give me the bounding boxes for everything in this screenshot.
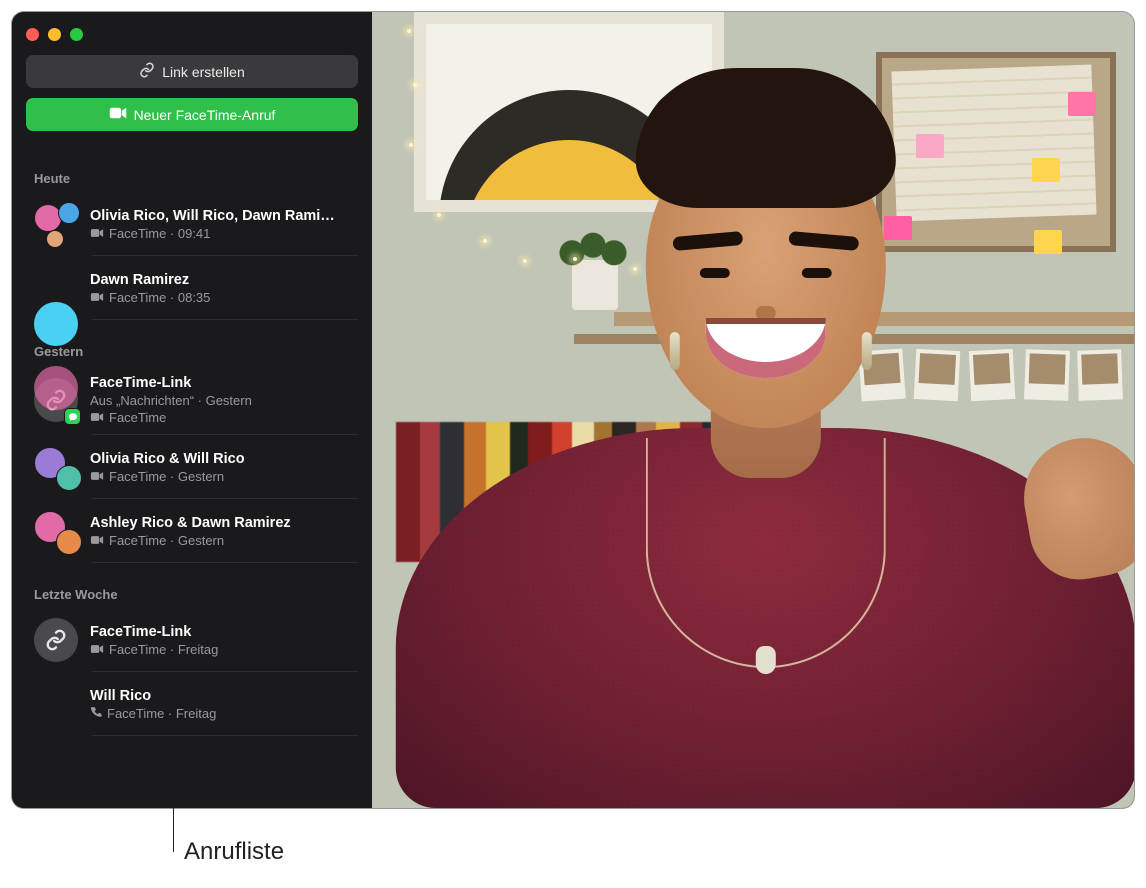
close-window-button[interactable]	[26, 28, 39, 41]
call-subtitle: FaceTime · 08:35	[90, 290, 362, 305]
call-title: FaceTime-Link	[90, 375, 362, 391]
call-item[interactable]: Ashley Rico & Dawn Ramirez FaceTime · Ge…	[12, 499, 372, 563]
callout-line	[173, 808, 174, 852]
sidebar: Link erstellen Neuer FaceTime-Anruf Heut…	[12, 12, 372, 808]
call-item[interactable]: FaceTime-Link FaceTime · Freitag	[12, 608, 372, 672]
call-item[interactable]: Olivia Rico, Will Rico, Dawn Rami… FaceT…	[12, 192, 372, 256]
video-icon	[90, 226, 104, 241]
phone-icon	[90, 706, 102, 721]
call-subtitle: FaceTime · 09:41	[90, 226, 362, 241]
video-icon	[90, 533, 104, 548]
call-title: Olivia Rico, Will Rico, Dawn Rami…	[90, 208, 362, 224]
call-meta: Ashley Rico & Dawn Ramirez FaceTime · Ge…	[90, 515, 362, 548]
call-meta: FaceTime-Link FaceTime · Freitag	[90, 624, 362, 657]
call-title: Ashley Rico & Dawn Ramirez	[90, 515, 362, 531]
call-item[interactable]: Olivia Rico & Will Rico FaceTime · Geste…	[12, 435, 372, 499]
call-subtitle: FaceTime · Gestern	[90, 533, 362, 548]
call-title: Olivia Rico & Will Rico	[90, 451, 362, 467]
call-meta: Olivia Rico & Will Rico FaceTime · Geste…	[90, 451, 362, 484]
zoom-window-button[interactable]	[70, 28, 83, 41]
call-subtitle-text: FaceTime · 09:41	[109, 226, 210, 241]
window-controls	[12, 24, 372, 55]
video-call-view	[372, 12, 1134, 808]
call-subtitle-text: FaceTime · Gestern	[109, 533, 224, 548]
call-subtitle: FaceTime · Freitag	[90, 706, 362, 721]
call-list-today: Olivia Rico, Will Rico, Dawn Rami… FaceT…	[12, 192, 372, 320]
call-list-last-week: FaceTime-Link FaceTime · Freitag Will Ri…	[12, 608, 372, 790]
video-icon	[90, 290, 104, 305]
avatar-icon	[34, 682, 78, 726]
minimize-window-button[interactable]	[48, 28, 61, 41]
video-icon	[90, 642, 104, 657]
call-subtitle-text: FaceTime · Freitag	[107, 706, 216, 721]
section-header-today: Heute	[12, 131, 372, 192]
video-scene-illustration	[372, 12, 1134, 808]
call-meta: Dawn Ramirez FaceTime · 08:35	[90, 272, 362, 305]
call-subtitle: FaceTime · Gestern	[90, 469, 362, 484]
video-icon	[90, 410, 104, 425]
section-header-last-week: Letzte Woche	[12, 563, 372, 608]
call-item[interactable]: Will Rico FaceTime · Freitag	[12, 672, 372, 736]
call-meta: FaceTime-Link Aus „Nachrichten“ · Gester…	[90, 375, 362, 425]
call-subtitle-text: FaceTime · 08:35	[109, 290, 210, 305]
call-subtitle-2-text: FaceTime	[109, 410, 166, 425]
call-subtitle-text: FaceTime · Freitag	[109, 642, 218, 657]
sidebar-top-buttons: Link erstellen Neuer FaceTime-Anruf	[12, 55, 372, 131]
avatar-icon	[34, 746, 78, 790]
call-title: Dawn Ramirez	[90, 272, 362, 288]
avatar-group-icon	[34, 202, 78, 246]
link-icon	[139, 62, 155, 81]
new-call-label: Neuer FaceTime-Anruf	[134, 107, 276, 123]
new-facetime-call-button[interactable]: Neuer FaceTime-Anruf	[26, 98, 358, 131]
call-title: FaceTime-Link	[90, 624, 362, 640]
avatar-group-icon	[34, 445, 78, 489]
facetime-window: Link erstellen Neuer FaceTime-Anruf Heut…	[12, 12, 1134, 808]
create-link-label: Link erstellen	[162, 64, 245, 80]
call-item[interactable]	[12, 736, 372, 790]
call-meta: Will Rico FaceTime · Freitag	[90, 688, 362, 721]
call-title: Will Rico	[90, 688, 362, 704]
call-subtitle-text: FaceTime · Gestern	[109, 469, 224, 484]
facetime-link-avatar-icon	[34, 618, 78, 662]
avatar-group-icon	[34, 509, 78, 553]
video-icon	[109, 106, 127, 123]
call-subtitle: FaceTime · Freitag	[90, 642, 362, 657]
callout-label: Anrufliste	[184, 838, 284, 866]
call-subtitle-text: Aus „Nachrichten“ · Gestern	[90, 393, 252, 408]
video-icon	[90, 469, 104, 484]
create-link-button[interactable]: Link erstellen	[26, 55, 358, 88]
call-meta: Olivia Rico, Will Rico, Dawn Rami… FaceT…	[90, 208, 362, 241]
messages-badge-icon	[64, 408, 81, 425]
call-subtitle-2: FaceTime	[90, 410, 362, 425]
call-subtitle: Aus „Nachrichten“ · Gestern	[90, 393, 362, 408]
